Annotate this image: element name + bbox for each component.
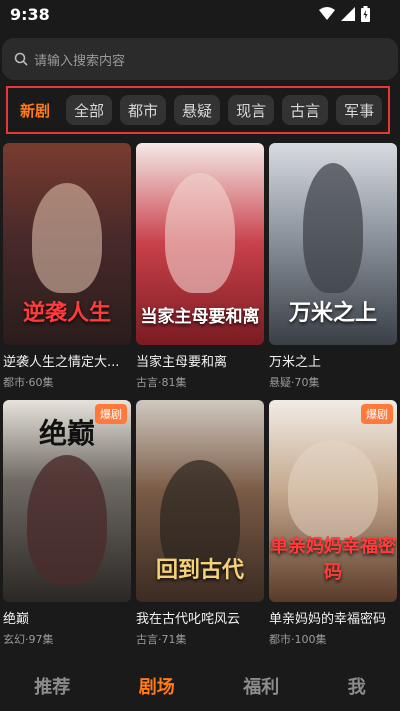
category-chip-suspense[interactable]: 悬疑: [174, 95, 221, 125]
hot-badge: 爆剧: [361, 404, 393, 424]
drama-card[interactable]: 回到古代 我在古代叱咤风云 古言·71集: [136, 400, 264, 657]
tab-me[interactable]: 我: [348, 673, 366, 699]
category-chip-ancient-romance[interactable]: 古言: [282, 95, 329, 125]
category-tabs: 新剧 全部 都市 悬疑 现言 古言 军事 玄: [6, 86, 390, 134]
tab-welfare[interactable]: 福利: [243, 673, 279, 699]
drama-grid: 逆袭人生 逆袭人生之情定大... 都市·60集 当家主母要和离 当家主母要和离 …: [3, 143, 397, 657]
poster-title-art: 回到古代: [155, 558, 244, 583]
poster-title-art: 当家主母要和离: [140, 307, 260, 327]
category-chip-urban[interactable]: 都市: [120, 95, 167, 125]
poster-title-art: 绝巅: [38, 417, 95, 450]
status-icons: [319, 6, 370, 22]
signal-icon: [341, 7, 355, 21]
search-icon: [14, 52, 28, 66]
drama-title[interactable]: 单亲妈妈的幸福密码: [269, 608, 397, 627]
search-input[interactable]: 请输入搜索内容: [2, 38, 398, 80]
drama-title[interactable]: 我在古代叱咤风云: [136, 608, 264, 627]
category-chip-military[interactable]: 军事: [336, 95, 383, 125]
category-chip-new[interactable]: 新剧: [12, 95, 58, 125]
drama-meta: 古言·81集: [136, 376, 187, 389]
poster-title-art: 单亲妈妈幸福密码: [270, 536, 396, 583]
drama-card[interactable]: 爆剧 单亲妈妈幸福密码 单亲妈妈的幸福密码 都市·100集: [269, 400, 397, 657]
drama-card[interactable]: 逆袭人生 逆袭人生之情定大... 都市·60集: [3, 143, 131, 400]
tab-recommend[interactable]: 推荐: [34, 673, 70, 699]
drama-poster[interactable]: 逆袭人生: [3, 143, 131, 345]
poster-title-art: 万米之上: [288, 301, 377, 326]
wifi-icon: [319, 7, 335, 20]
drama-title[interactable]: 当家主母要和离: [136, 351, 264, 370]
poster-title-art: 逆袭人生: [22, 301, 111, 326]
category-chip-all[interactable]: 全部: [66, 95, 113, 125]
drama-meta: 都市·100集: [269, 633, 327, 646]
drama-title[interactable]: 万米之上: [269, 351, 397, 370]
drama-poster[interactable]: 回到古代: [136, 400, 264, 602]
drama-meta: 悬疑·70集: [269, 376, 320, 389]
tab-theater[interactable]: 剧场: [139, 673, 175, 699]
drama-poster[interactable]: 当家主母要和离: [136, 143, 264, 345]
drama-meta: 都市·60集: [3, 376, 54, 389]
drama-meta: 古言·71集: [136, 633, 187, 646]
drama-poster[interactable]: 爆剧 单亲妈妈幸福密码: [269, 400, 397, 602]
status-time: 9:38: [10, 5, 50, 24]
search-placeholder: 请输入搜索内容: [34, 53, 126, 69]
drama-card[interactable]: 当家主母要和离 当家主母要和离 古言·81集: [136, 143, 264, 400]
drama-meta: 玄幻·97集: [3, 633, 54, 646]
drama-poster[interactable]: 爆剧 绝巅: [3, 400, 131, 602]
drama-card[interactable]: 万米之上 万米之上 悬疑·70集: [269, 143, 397, 400]
drama-poster[interactable]: 万米之上: [269, 143, 397, 345]
bottom-tab-bar: 推荐 剧场 福利 我: [0, 661, 400, 711]
drama-card[interactable]: 爆剧 绝巅 绝巅 玄幻·97集: [3, 400, 131, 657]
drama-title[interactable]: 逆袭人生之情定大...: [3, 351, 131, 370]
drama-title[interactable]: 绝巅: [3, 608, 131, 627]
status-bar: 9:38: [0, 0, 400, 30]
battery-icon: [361, 6, 370, 22]
category-chip-modern-romance[interactable]: 现言: [228, 95, 275, 125]
